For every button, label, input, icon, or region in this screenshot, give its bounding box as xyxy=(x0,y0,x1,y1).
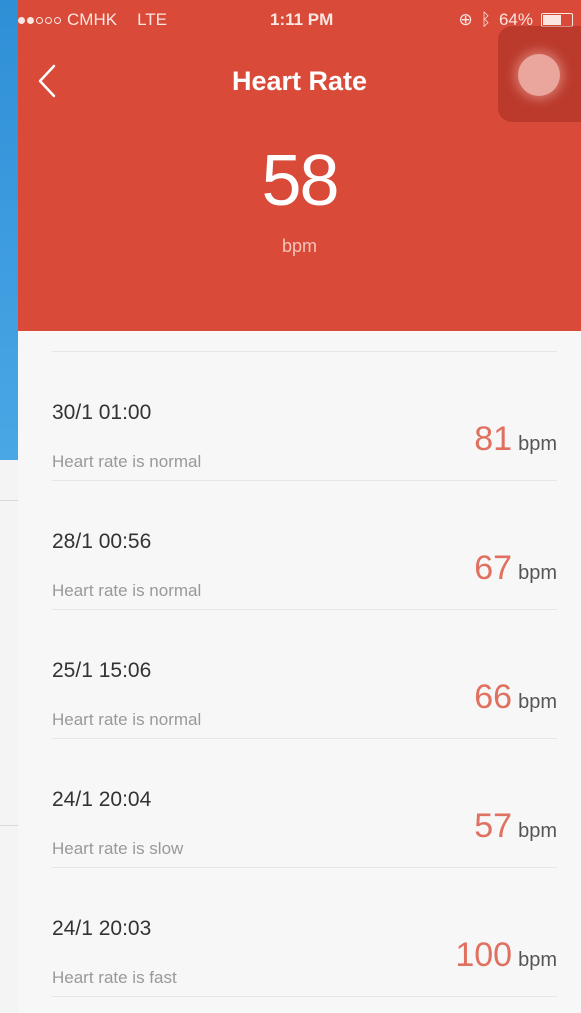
signal-strength-icon xyxy=(18,16,61,24)
page-title: Heart Rate xyxy=(231,66,368,96)
record-bpm-number: 66 xyxy=(474,678,513,716)
current-heart-rate-value: 58 xyxy=(261,141,339,221)
carrier-name: CMHK xyxy=(67,10,118,29)
background-app-panel xyxy=(0,0,18,460)
history-row[interactable]: 30/1 01:00 Heart rate is normal 81 bpm xyxy=(52,352,557,481)
history-row[interactable]: 24/1 20:03 Heart rate is fast 100 bpm xyxy=(52,868,557,997)
rotation-lock-icon: ⊕ xyxy=(458,10,473,29)
record-bpm-unit: bpm xyxy=(518,949,557,971)
history-row[interactable]: 28/1 00:56 Heart rate is normal 67 bpm xyxy=(52,481,557,610)
floating-assistive-button[interactable] xyxy=(498,26,581,122)
screen: CMHK LTE 1:11 PM ⊕ ᛒ 64% Heart Rate 58 b… xyxy=(0,0,581,1013)
background-divider xyxy=(0,500,18,501)
record-value: 67 bpm xyxy=(474,549,557,588)
bluetooth-icon: ᛒ xyxy=(480,10,491,29)
record-date: 28/1 00:56 xyxy=(52,530,152,553)
record-value: 81 bpm xyxy=(474,420,557,459)
record-date: 24/1 20:03 xyxy=(52,917,152,940)
current-heart-rate-unit: bpm xyxy=(281,236,317,256)
status-bar: CMHK LTE 1:11 PM ⊕ ᛒ 64% xyxy=(18,10,581,40)
record-value: 66 bpm xyxy=(474,678,557,717)
battery-icon xyxy=(541,13,573,27)
record-status: Heart rate is normal xyxy=(52,710,202,729)
status-time: 1:11 PM xyxy=(270,10,334,29)
record-date: 24/1 20:04 xyxy=(52,788,152,811)
record-bpm-unit: bpm xyxy=(518,820,557,842)
record-bpm-number: 57 xyxy=(474,807,513,845)
background-app-edge xyxy=(0,0,18,1013)
record-date: 25/1 15:06 xyxy=(52,659,152,682)
record-date: 30/1 01:00 xyxy=(52,401,152,424)
record-status: Heart rate is normal xyxy=(52,452,202,471)
record-status: Heart rate is normal xyxy=(52,581,202,600)
record-bpm-unit: bpm xyxy=(518,562,557,584)
record-status: Heart rate is slow xyxy=(52,839,184,858)
heart-rate-screen: CMHK LTE 1:11 PM ⊕ ᛒ 64% Heart Rate 58 b… xyxy=(18,0,581,1013)
record-status: Heart rate is fast xyxy=(52,968,177,987)
history-row[interactable]: 24/1 20:04 Heart rate is slow 57 bpm xyxy=(52,739,557,868)
header: CMHK LTE 1:11 PM ⊕ ᛒ 64% Heart Rate 58 b… xyxy=(18,0,581,331)
record-value: 100 bpm xyxy=(455,936,557,975)
assistive-circle-icon xyxy=(518,54,560,96)
network-type: LTE xyxy=(137,10,167,29)
record-bpm-number: 67 xyxy=(474,549,513,587)
background-divider xyxy=(0,825,18,826)
record-bpm-number: 100 xyxy=(455,936,513,974)
history-row[interactable]: 25/1 15:06 Heart rate is normal 66 bpm xyxy=(52,610,557,739)
heart-rate-history-list: 30/1 01:00 Heart rate is normal 81 bpm 2… xyxy=(18,331,581,997)
record-bpm-number: 81 xyxy=(474,420,513,458)
record-value: 57 bpm xyxy=(474,807,557,846)
status-bar-left: CMHK LTE xyxy=(18,10,167,30)
record-bpm-unit: bpm xyxy=(518,433,557,455)
record-bpm-unit: bpm xyxy=(518,691,557,713)
